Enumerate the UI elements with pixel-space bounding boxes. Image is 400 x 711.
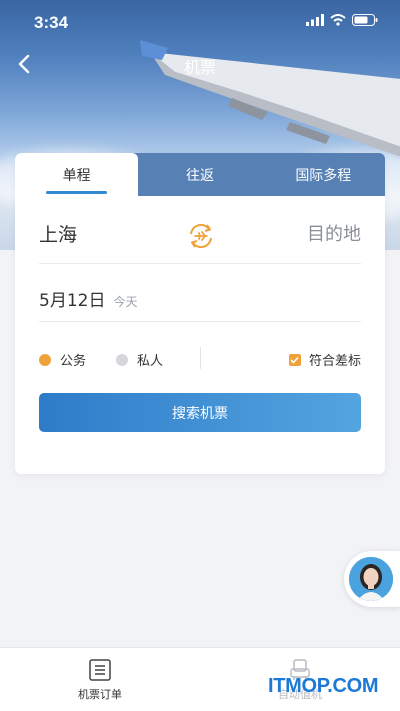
nav-label: 机票订单 bbox=[78, 688, 122, 701]
tab-round-trip[interactable]: 往返 bbox=[138, 153, 261, 196]
radio-dot bbox=[116, 353, 128, 366]
route-row: 上海 目的地 bbox=[39, 218, 361, 258]
checkbox-label: 符合差标 bbox=[308, 354, 361, 369]
divider bbox=[39, 321, 361, 322]
tab-one-way[interactable]: 单程 bbox=[15, 153, 139, 196]
search-flights-button[interactable]: 搜索机票 bbox=[39, 393, 361, 432]
departure-city[interactable]: 上海 bbox=[39, 220, 77, 247]
radio-dot-selected bbox=[39, 353, 51, 366]
nav-bar: 机票 bbox=[0, 44, 400, 84]
departure-date: 5月12日 bbox=[39, 291, 106, 311]
date-row[interactable]: 5月12日 今天 bbox=[39, 286, 361, 314]
tab-active-indicator bbox=[46, 191, 108, 194]
divider bbox=[200, 347, 201, 369]
radio-business[interactable]: 公务 bbox=[39, 350, 86, 369]
watermark-text: ITMOP.COM bbox=[268, 675, 379, 697]
order-list-icon bbox=[89, 659, 111, 681]
status-time: 3:34 bbox=[34, 13, 69, 32]
service-agent-avatar bbox=[349, 557, 393, 601]
divider bbox=[39, 263, 361, 264]
swap-cities-icon[interactable] bbox=[187, 222, 215, 250]
tab-label: 往返 bbox=[185, 167, 214, 184]
tab-label: 单程 bbox=[62, 167, 91, 184]
customer-service-button[interactable] bbox=[344, 551, 400, 607]
trip-purpose-row: 公务 私人 符合差标 bbox=[39, 347, 361, 371]
trip-tabs: 单程 往返 国际多程 bbox=[15, 153, 385, 196]
checkbox-checked-icon bbox=[288, 353, 301, 366]
battery-icon bbox=[352, 14, 378, 26]
page-title: 机票 bbox=[183, 58, 216, 77]
wifi-icon bbox=[330, 14, 346, 26]
signal-icon bbox=[306, 14, 324, 26]
radio-personal[interactable]: 私人 bbox=[116, 350, 163, 369]
tab-label: 国际多程 bbox=[295, 167, 352, 184]
date-hint: 今天 bbox=[113, 295, 138, 309]
nav-flight-orders[interactable]: 机票订单 bbox=[0, 648, 200, 711]
radio-label: 公务 bbox=[60, 354, 87, 369]
status-bar: 3:34 bbox=[0, 0, 400, 44]
policy-checkbox[interactable]: 符合差标 bbox=[288, 350, 361, 369]
flight-search-card: 单程 往返 国际多程 上海 目的地 5月12日 今天 公务 私人 符合差标 搜索… bbox=[15, 153, 385, 474]
tab-international-multi[interactable]: 国际多程 bbox=[262, 153, 385, 196]
destination-city[interactable]: 目的地 bbox=[307, 220, 361, 246]
radio-label: 私人 bbox=[137, 354, 164, 369]
